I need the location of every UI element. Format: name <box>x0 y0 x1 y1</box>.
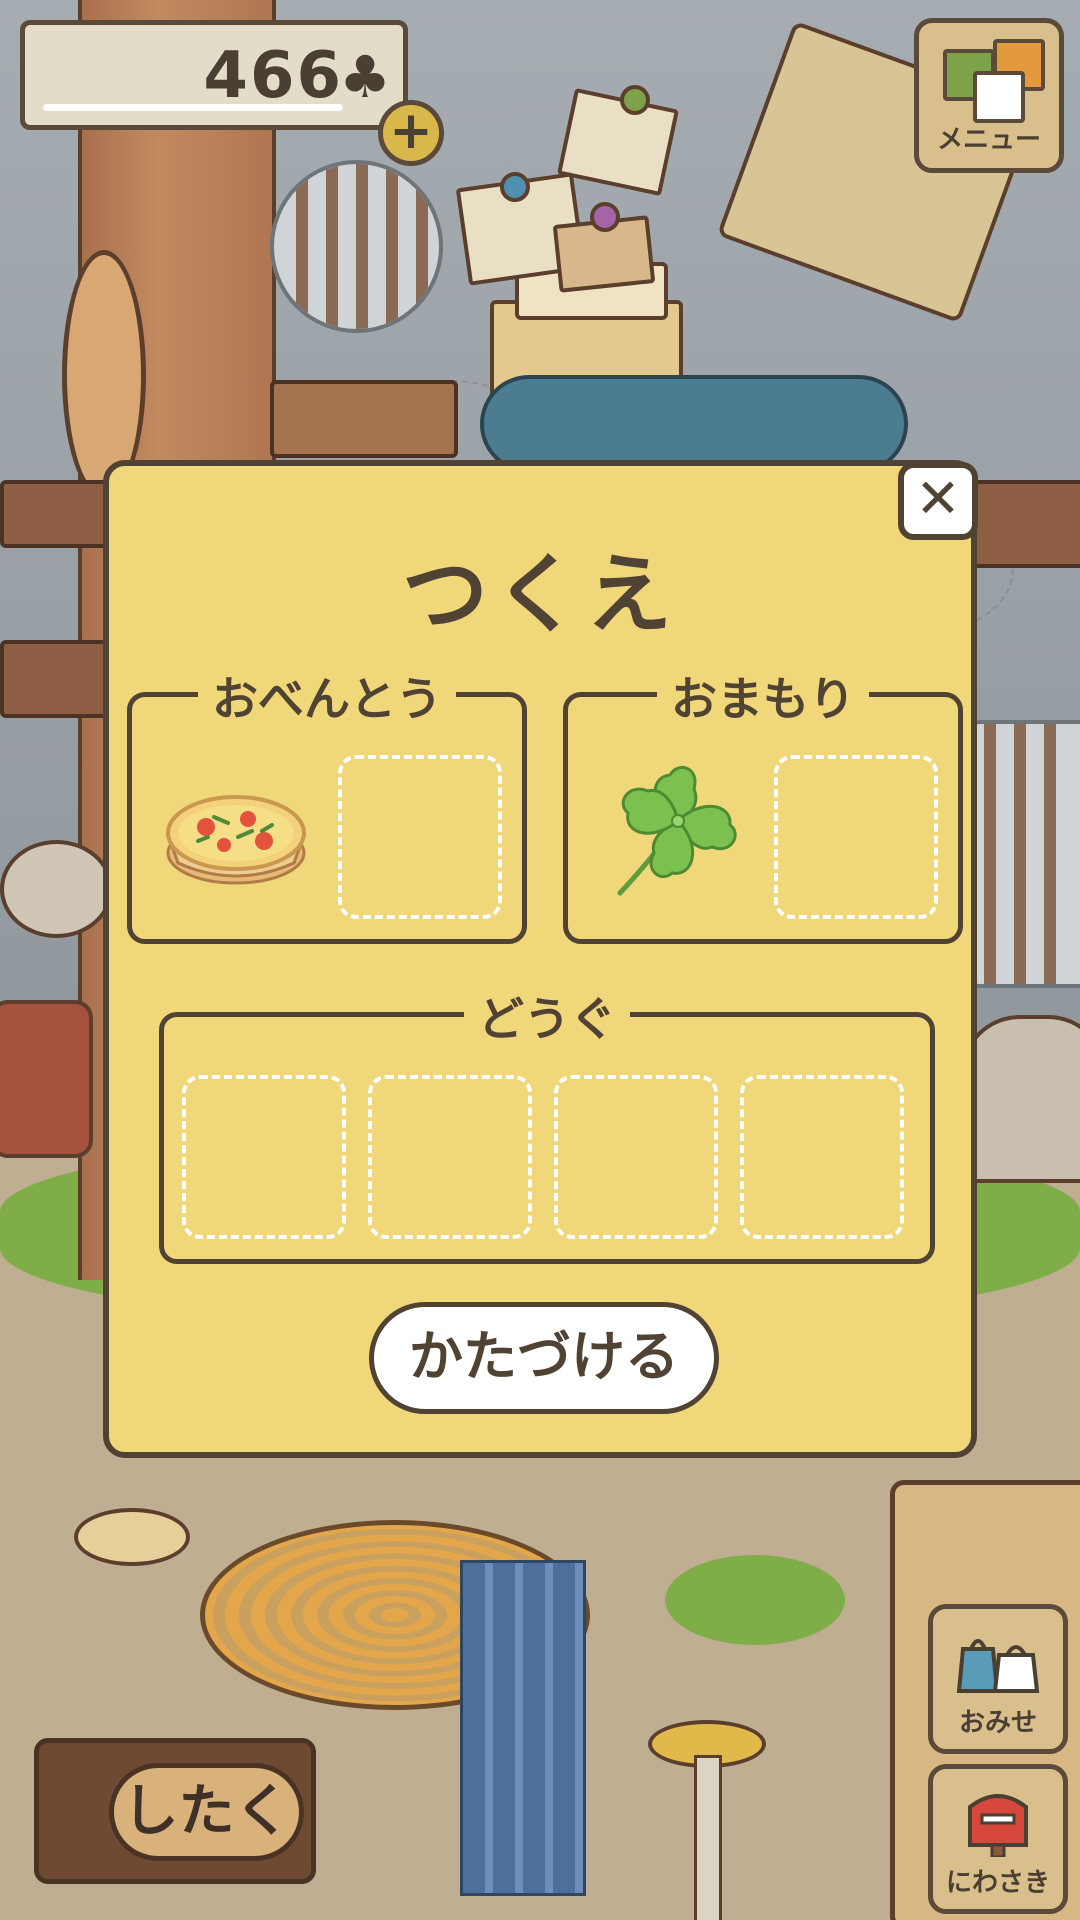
clover-icon: ♣ <box>339 43 391 111</box>
lunch-group-label: おべんとう <box>198 663 456 729</box>
pushpin <box>590 202 620 232</box>
close-button[interactable]: ✕ <box>898 462 978 540</box>
menu-button[interactable]: メニュー <box>914 18 1064 173</box>
modal-title: つくえ <box>402 545 678 645</box>
garden-label: にわさき <box>945 1868 1050 1898</box>
desk-modal: つくえ おべんとう おまもり どうぐ かたづける <box>103 460 977 1458</box>
tools-slot-3[interactable] <box>554 1075 718 1239</box>
mailbox-icon <box>933 1785 1063 1873</box>
clover-count: 466 <box>203 39 343 113</box>
prepare-label: したく <box>109 1763 304 1861</box>
grass-patch <box>665 1555 845 1645</box>
tools-slot-4[interactable] <box>740 1075 904 1239</box>
tools-group-label: どうぐ <box>464 983 630 1049</box>
tools-slot-2[interactable] <box>368 1075 532 1239</box>
shop-label: おみせ <box>958 1708 1037 1738</box>
folding-screen <box>460 1560 586 1896</box>
four-leaf-clover-icon <box>617 765 737 896</box>
charm-slot-group: おまもり <box>563 663 963 944</box>
menu-square-icon <box>973 71 1025 123</box>
lamp-pole <box>694 1755 722 1920</box>
clay-oven <box>960 1015 1080 1183</box>
game-screen: 466 ♣ + メニュー おみせ にわさき したく つくえ おべんとう おまもり… <box>0 0 1080 1920</box>
lunch-slot-2[interactable] <box>338 755 502 919</box>
menu-label: メニュー <box>936 125 1041 155</box>
shelf-plank <box>0 480 118 548</box>
charm-group-label: おまもり <box>657 663 869 729</box>
barred-window <box>270 160 443 333</box>
lunch-slot-group: おべんとう <box>127 663 527 944</box>
jam-jar <box>0 1000 93 1158</box>
shop-bags-icon <box>933 1625 1063 1711</box>
tools-slot-1[interactable] <box>182 1075 346 1239</box>
desk-block <box>270 380 458 458</box>
quiche-icon <box>165 795 307 885</box>
shelf-plank <box>960 480 1080 568</box>
blanket-bundle <box>480 375 908 473</box>
clover-counter: 466 ♣ <box>20 20 408 130</box>
tools-slot-group: どうぐ <box>159 983 935 1264</box>
shop-button[interactable]: おみせ <box>928 1604 1068 1754</box>
buy-clovers-button[interactable]: + <box>378 100 444 166</box>
garden-button[interactable]: にわさき <box>928 1764 1068 1914</box>
counter-underline <box>43 104 343 111</box>
prepare-button[interactable]: したく <box>34 1738 316 1884</box>
shelf-plank <box>0 640 118 718</box>
tidy-up-button[interactable]: かたづける <box>369 1302 719 1414</box>
charm-slot-2[interactable] <box>774 755 938 919</box>
pushpin <box>620 85 650 115</box>
small-stool <box>74 1508 190 1566</box>
mushroom-shelf <box>0 840 113 938</box>
charm-slot-1[interactable] <box>590 741 754 905</box>
pushpin <box>500 172 530 202</box>
lunch-slot-1[interactable] <box>154 741 318 905</box>
barred-window <box>960 720 1080 988</box>
